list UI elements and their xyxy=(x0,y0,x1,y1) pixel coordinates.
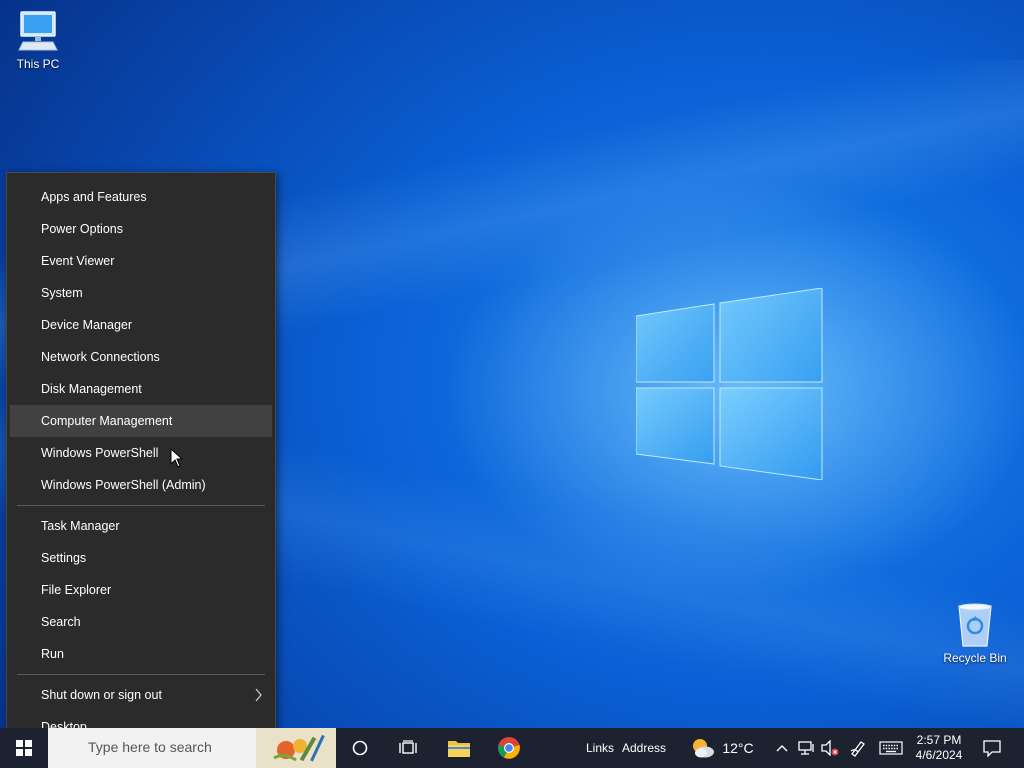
toolbar-address-label: Address xyxy=(621,741,667,755)
toolbar-links-label: Links xyxy=(585,741,614,755)
menu-item-system[interactable]: System xyxy=(10,277,272,309)
desktop-icon-recycle-bin[interactable]: Recycle Bin xyxy=(937,602,1013,665)
menu-item-computer-management[interactable]: Computer Management xyxy=(10,405,272,437)
menu-item-task-manager[interactable]: Task Manager xyxy=(10,510,272,542)
search-highlight-illustration-icon xyxy=(256,728,336,768)
menu-separator xyxy=(17,674,265,675)
menu-item-shut-down-or-sign-out[interactable]: Shut down or sign out xyxy=(10,679,272,711)
keyboard-icon xyxy=(879,741,903,755)
desktop-icon-label: Recycle Bin xyxy=(943,651,1007,665)
menu-item-power-options[interactable]: Power Options xyxy=(10,213,272,245)
taskbar-file-explorer[interactable] xyxy=(440,728,478,768)
desktop-icon-this-pc[interactable]: This PC xyxy=(0,8,76,71)
tray-network[interactable] xyxy=(795,728,817,768)
weather-temperature: 12°C xyxy=(722,740,754,756)
menu-item-windows-powershell[interactable]: Windows PowerShell xyxy=(10,437,272,469)
windows-logo-wallpaper xyxy=(636,288,823,480)
menu-item-network-connections[interactable]: Network Connections xyxy=(10,341,272,373)
taskbar-search-box[interactable]: Type here to search xyxy=(48,728,336,768)
menu-item-apps-and-features[interactable]: Apps and Features xyxy=(10,181,272,213)
taskbar: Type here to search Links Address 12°C 2… xyxy=(0,728,1024,768)
recycle-bin-icon xyxy=(958,603,992,647)
chevron-right-icon xyxy=(255,688,262,702)
speaker-muted-icon xyxy=(821,740,839,756)
search-placeholder: Type here to search xyxy=(88,739,212,755)
task-view-button[interactable] xyxy=(390,728,426,768)
notification-icon xyxy=(983,740,1001,757)
network-wired-icon xyxy=(798,741,814,755)
winx-context-menu: Apps and Features Power Options Event Vi… xyxy=(6,172,276,751)
menu-item-search[interactable]: Search xyxy=(10,606,272,638)
computer-icon xyxy=(18,11,58,51)
tray-pen-workspace[interactable] xyxy=(846,728,870,768)
windows-start-icon xyxy=(16,740,32,756)
tray-touch-keyboard[interactable] xyxy=(876,728,906,768)
taskbar-chrome[interactable] xyxy=(490,728,528,768)
menu-item-run[interactable]: Run xyxy=(10,638,272,670)
show-hidden-icons-button[interactable] xyxy=(772,728,792,768)
menu-separator xyxy=(17,505,265,506)
folder-icon xyxy=(448,741,470,757)
menu-item-file-explorer[interactable]: File Explorer xyxy=(10,574,272,606)
taskbar-clock[interactable]: 2:57 PM 4/6/2024 xyxy=(910,728,968,768)
task-view-icon xyxy=(399,740,417,754)
pen-icon xyxy=(850,741,865,757)
chrome-icon xyxy=(498,737,520,759)
chevron-up-icon xyxy=(776,745,788,752)
weather-widget[interactable]: 12°C xyxy=(684,728,760,768)
clock-date: 4/6/2024 xyxy=(915,748,963,762)
weather-partly-cloudy-icon xyxy=(693,739,715,758)
toolbar-links[interactable]: Links xyxy=(580,728,620,768)
menu-item-windows-powershell-admin[interactable]: Windows PowerShell (Admin) xyxy=(10,469,272,501)
menu-item-settings[interactable]: Settings xyxy=(10,542,272,574)
menu-item-event-viewer[interactable]: Event Viewer xyxy=(10,245,272,277)
clock-time: 2:57 PM xyxy=(916,733,962,747)
start-button[interactable] xyxy=(0,728,48,768)
mouse-cursor-icon xyxy=(170,448,184,468)
menu-item-device-manager[interactable]: Device Manager xyxy=(10,309,272,341)
tray-volume[interactable] xyxy=(819,728,841,768)
cortana-button[interactable] xyxy=(342,728,378,768)
menu-item-label: Shut down or sign out xyxy=(41,688,162,702)
cortana-circle-icon xyxy=(352,740,368,756)
action-center-button[interactable] xyxy=(974,728,1010,768)
toolbar-address[interactable]: Address xyxy=(620,728,668,768)
desktop-icon-label: This PC xyxy=(16,57,60,71)
menu-item-disk-management[interactable]: Disk Management xyxy=(10,373,272,405)
